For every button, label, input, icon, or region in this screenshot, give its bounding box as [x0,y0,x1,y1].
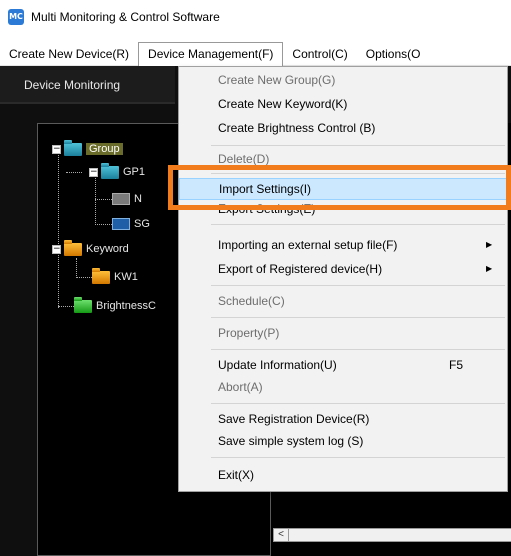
device-management-dropdown: Create New Group(G) Create New Keyword(K… [178,66,508,492]
tree-node-label: KW1 [114,271,138,283]
tree-node-label: SG [134,218,150,230]
menu-item-label: Update Information(U) [218,358,337,372]
tree-node-label: GP1 [123,166,146,178]
menu-control[interactable]: Control(C) [283,42,356,66]
tree-node-kw1[interactable]: KW1 [92,267,138,286]
submenu-arrow-icon: ▶ [486,240,493,249]
tree-connector [76,258,77,278]
menu-item-importing-external-setup[interactable]: Importing an external setup file(F) ▶ [179,234,507,256]
menu-item-create-new-group[interactable]: Create New Group(G) [179,69,507,91]
tree-connector [76,277,92,278]
monitor-icon [112,218,130,230]
menu-separator [211,403,505,404]
tree-node-label: Group [86,143,123,155]
folder-icon [92,267,110,284]
tree-node-group[interactable]: − Group [52,139,123,158]
app-icon: MC [8,8,24,25]
menu-item-exit[interactable]: Exit(X) [179,464,507,486]
shortcut-label: F5 [449,358,464,372]
menu-item-save-system-log[interactable]: Save simple system log (S) [179,430,507,452]
tab-device-monitoring[interactable]: Device Monitoring [0,66,175,104]
title-bar: MC Multi Monitoring & Control Software [0,0,511,33]
tree-node-label: Keyword [86,243,129,255]
tree-node-device-sg[interactable]: SG [112,215,150,233]
menu-separator [211,224,505,225]
scroll-left-button[interactable]: < [273,528,289,542]
folder-icon [64,239,82,256]
menu-create-new-device[interactable]: Create New Device(R) [0,42,138,66]
menu-device-management[interactable]: Device Management(F) [138,41,284,66]
menu-separator [211,145,505,146]
menu-item-label: Export of Registered device(H) [218,262,383,276]
menu-item-create-new-keyword[interactable]: Create New Keyword(K) [179,93,507,115]
tree-connector [95,175,96,225]
tree-connector [58,150,59,308]
tree-node-gp1[interactable]: − GP1 [89,162,146,181]
collapse-icon[interactable]: − [52,244,61,254]
tree-node-keyword[interactable]: − Keyword [52,239,129,258]
tree-connector [95,224,112,225]
folder-icon [74,296,92,313]
menu-item-export-registered-device[interactable]: Export of Registered device(H) ▶ [179,258,507,280]
menu-options[interactable]: Options(O [357,42,430,66]
menu-separator [211,349,505,350]
menu-item-update-information[interactable]: Update Information(U) F5 [179,354,507,376]
tree-connector [58,306,74,307]
menu-separator [211,285,505,286]
menu-item-save-registration-device[interactable]: Save Registration Device(R) [179,408,507,430]
menu-item-property[interactable]: Property(P) [179,322,507,344]
highlight-frame [168,165,511,210]
tree-connector [66,172,82,173]
window-title: Multi Monitoring & Control Software [31,9,220,24]
submenu-arrow-icon: ▶ [486,264,493,273]
horizontal-scrollbar[interactable] [289,528,511,542]
tab-underline [0,102,175,104]
menu-separator [211,457,505,458]
menu-item-create-brightness-control[interactable]: Create Brightness Control (B) [179,117,507,139]
monitor-icon [112,193,130,205]
menu-item-schedule[interactable]: Schedule(C) [179,290,507,312]
collapse-icon[interactable]: − [52,144,61,154]
tree-node-device-n[interactable]: N [112,190,142,208]
tree-node-brightness[interactable]: BrightnessC [74,296,156,315]
menu-separator [211,317,505,318]
menu-bar: Create New Device(R) Device Management(F… [0,41,511,66]
collapse-icon[interactable]: − [89,167,98,177]
tree-node-label: N [134,193,142,205]
tree-node-label: BrightnessC [96,300,156,312]
folder-icon [64,139,82,156]
menu-item-abort[interactable]: Abort(A) [179,376,507,398]
folder-icon [101,162,119,179]
menu-item-label: Importing an external setup file(F) [218,238,398,252]
tree-connector [95,199,112,200]
